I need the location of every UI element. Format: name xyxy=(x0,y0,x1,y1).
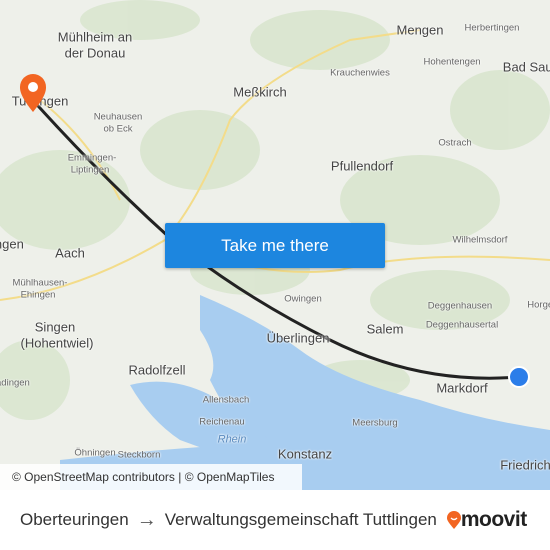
place-label: Owingen xyxy=(284,293,322,305)
place-label: Singen xyxy=(34,319,76,335)
place-label: Überlingen xyxy=(266,330,330,346)
place-label: Mühlheim an xyxy=(57,29,133,45)
map[interactable]: Mühlheim an der Donau Tuttlingen Neuhausen o… xyxy=(0,0,550,490)
origin-name: Oberteuringen xyxy=(20,510,129,529)
place-label: Markdorf xyxy=(436,380,488,396)
place-label: Horgenzell xyxy=(527,299,550,311)
place-label: Allensbach xyxy=(202,394,250,406)
place-label: Krauchenwies xyxy=(330,67,390,79)
place-label: Deggenhausen xyxy=(427,300,493,312)
map-attribution[interactable]: © OpenStreetMap contributors | © OpenMap… xyxy=(0,464,302,490)
place-label: Neuhausen xyxy=(93,111,143,123)
place-label: Pfullendorf xyxy=(330,158,394,174)
place-label: Meßkirch xyxy=(233,84,287,100)
place-label: Friedrichshafen xyxy=(500,457,550,473)
place-label: Öhningen xyxy=(74,447,116,459)
place-label: Mühlhausen- xyxy=(12,277,68,289)
place-label: Tuttlingen xyxy=(11,93,69,109)
place-label: Mengen xyxy=(396,22,444,38)
moovit-pin-icon xyxy=(446,511,461,529)
place-label: Wilhelmsdorf xyxy=(452,234,508,246)
moovit-logo[interactable]: moovit xyxy=(446,508,527,532)
place-label: Reichenau xyxy=(199,416,245,428)
place-label: Emmingen- xyxy=(67,152,117,164)
place-label: Ostrach xyxy=(438,137,472,149)
place-label: der Donau xyxy=(64,45,126,61)
place-label: Bad Saulgau xyxy=(502,59,550,75)
arrow-right-icon: → xyxy=(136,508,157,531)
place-label: Engen xyxy=(0,236,24,252)
place-label: Steckborn xyxy=(117,449,161,461)
route-footer: Oberteuringen → Verwaltungsgemeinschaft … xyxy=(0,490,550,550)
moovit-wordmark: moovit xyxy=(460,508,527,531)
place-label: Meersburg xyxy=(352,417,398,429)
place-label: Ehingen xyxy=(20,289,56,301)
place-label: ob Eck xyxy=(103,123,133,135)
destination-name: Verwaltungsgemeinschaft Tuttlingen xyxy=(164,510,437,529)
place-label: Aach xyxy=(55,245,85,261)
take-me-there-button[interactable]: Take me there xyxy=(165,223,385,268)
place-label: Herbertingen xyxy=(464,22,520,34)
place-label: (Hohentwiel) xyxy=(20,335,94,351)
place-label: Konstanz xyxy=(277,446,333,462)
place-label: Hohentengen xyxy=(423,56,481,68)
place-label: Radolfzell xyxy=(128,362,186,378)
place-label: Liptingen xyxy=(70,164,110,176)
place-label: Gottmadingen xyxy=(0,377,30,389)
place-label: Salem xyxy=(366,321,404,337)
place-label: Deggenhausertal xyxy=(425,319,499,331)
place-label: Rhein xyxy=(217,433,247,446)
